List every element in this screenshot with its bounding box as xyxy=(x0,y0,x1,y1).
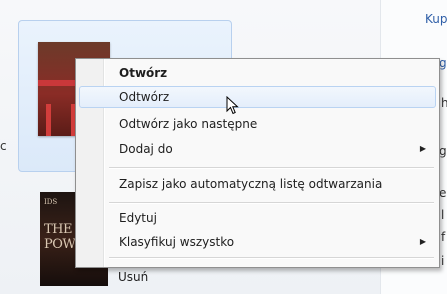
menu-item-label: Odtwórz xyxy=(119,90,170,104)
album-art-text: IDS xyxy=(44,198,58,206)
right-pane-text: f xyxy=(441,230,446,244)
menu-item-label: Klasyfikuj wszystko xyxy=(119,235,235,249)
right-pane-text: l xyxy=(441,208,445,222)
mouse-pointer-icon xyxy=(226,96,239,115)
partial-text: c xyxy=(0,139,7,153)
menu-item-zapisz-auto-lista[interactable]: Zapisz jako automatyczną listę odtwarzan… xyxy=(79,173,434,195)
right-pane-text: e xyxy=(439,186,447,200)
menu-item-label: Otwórz xyxy=(119,66,168,80)
menu-item-klasyfikuj-wszystko[interactable]: Klasyfikuj wszystko ▶ xyxy=(79,231,434,253)
menu-item-label: Edytuj xyxy=(119,211,157,225)
menu-item-label: Dodaj do xyxy=(119,142,173,156)
right-pane-text: h xyxy=(441,96,447,110)
menu-item-label: Zapisz jako automatyczną listę odtwarzan… xyxy=(119,177,383,191)
menu-separator xyxy=(109,167,434,169)
menu-item-dodaj-do[interactable]: Dodaj do ▶ xyxy=(79,138,434,160)
menu-item-usun[interactable]: Usuń xyxy=(78,266,433,288)
menu-separator xyxy=(109,257,434,259)
right-pane-text: g xyxy=(439,144,447,158)
menu-item-odtworz[interactable]: Odtwórz xyxy=(79,86,436,108)
album-art-detail xyxy=(46,104,51,136)
menu-item-label: Usuń xyxy=(118,270,149,284)
right-pane-text: i xyxy=(441,254,445,268)
right-pane-text: g xyxy=(439,56,447,70)
menu-item-otworz[interactable]: Otwórz xyxy=(79,62,434,84)
menu-item-odtworz-jako-nastepne[interactable]: Odtwórz jako następne xyxy=(79,113,434,135)
menu-separator xyxy=(109,202,434,204)
context-menu: Otwórz Odtwórz Odtwórz jako następne Dod… xyxy=(75,58,440,268)
submenu-arrow-icon: ▶ xyxy=(419,144,426,153)
menu-item-label: Odtwórz jako następne xyxy=(119,117,258,131)
submenu-arrow-icon: ▶ xyxy=(419,237,426,246)
buy-link[interactable]: Kup xyxy=(425,12,447,26)
menu-item-edytuj[interactable]: Edytuj xyxy=(79,207,434,229)
